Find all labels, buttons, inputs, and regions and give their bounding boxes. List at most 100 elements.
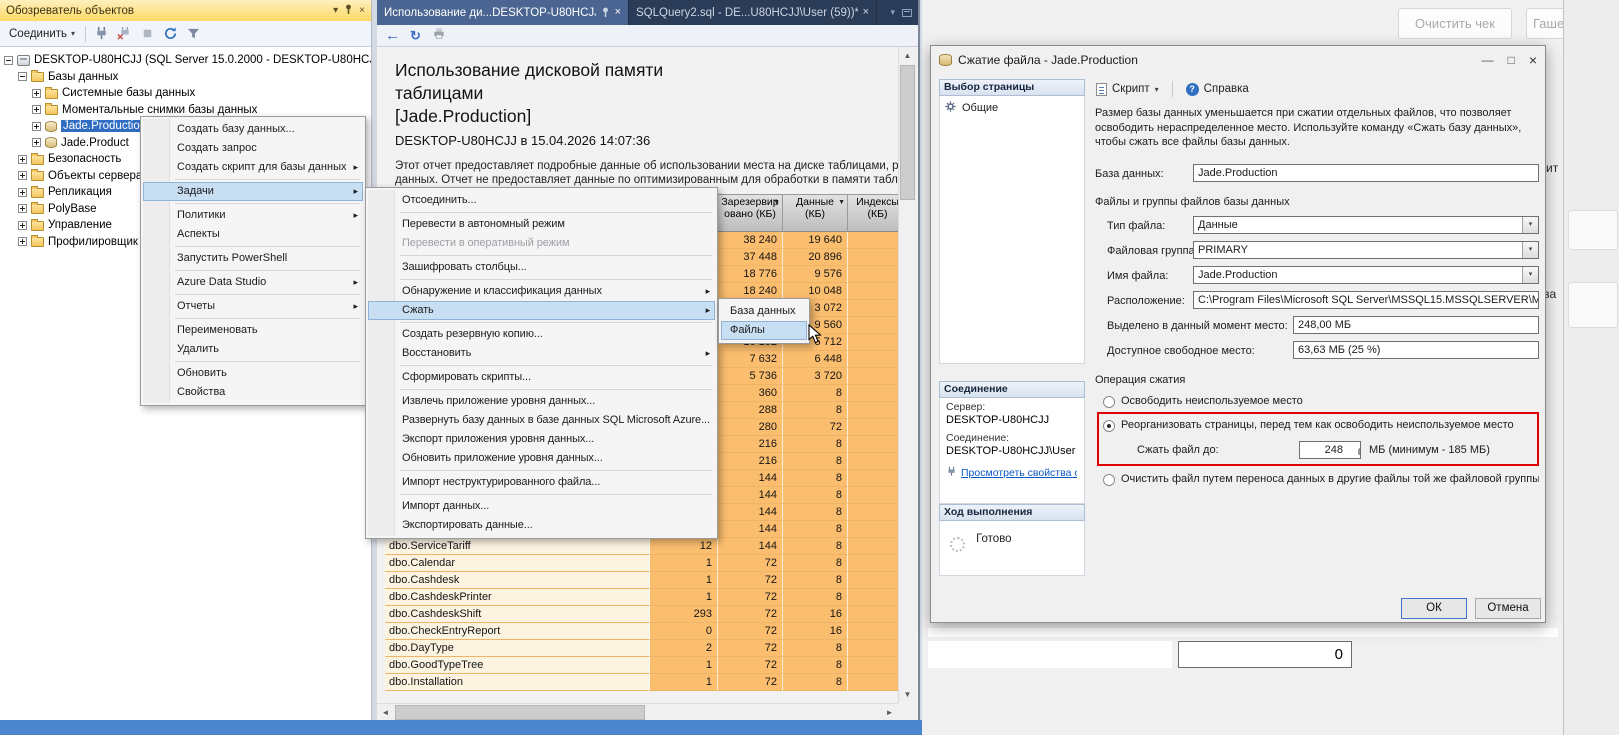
scrollbar-thumb[interactable] — [900, 65, 915, 200]
window-list-icon[interactable] — [902, 9, 912, 17]
column-header-indexes[interactable]: Индексы (КБ) — [848, 194, 898, 232]
expander-icon[interactable] — [18, 221, 27, 230]
window-position-icon[interactable]: ▾ — [333, 6, 338, 16]
expander-icon[interactable] — [32, 122, 41, 131]
menu-item[interactable]: Удалить — [143, 340, 363, 359]
menu-item[interactable]: Задачи▸ — [143, 182, 363, 201]
menu-item[interactable]: Обновить приложение уровня данных... — [368, 449, 715, 468]
menu-item[interactable]: Сформировать скрипты... — [368, 368, 715, 387]
connect-plug-icon[interactable] — [92, 24, 111, 43]
menu-item[interactable]: Azure Data Studio▸ — [143, 273, 363, 292]
script-button[interactable]: Скрипт ▾ — [1091, 81, 1164, 98]
menu-item[interactable]: Обновить — [143, 364, 363, 383]
file-name-select[interactable]: Jade.Production▾ — [1193, 266, 1539, 284]
expander-icon[interactable] — [18, 155, 27, 164]
dialog-titlebar[interactable]: Сжатие файла - Jade.Production — □ × — [931, 46, 1545, 74]
menu-item[interactable]: Перевести в автономный режим — [368, 215, 715, 234]
filter-icon[interactable] — [184, 24, 203, 43]
radio-reorganize-pages[interactable] — [1103, 420, 1115, 432]
scroll-down-icon[interactable]: ▼ — [899, 686, 916, 703]
tab-disk-usage-report[interactable]: Использование ди...DESKTOP-U80HCJJ × — [377, 0, 629, 25]
menu-item[interactable]: Переименовать — [143, 321, 363, 340]
spin-down-icon[interactable] — [1359, 448, 1360, 455]
menu-item[interactable]: Отчеты▸ — [143, 297, 363, 316]
column-header-data[interactable]: Данные (КБ)▼ — [783, 194, 848, 232]
expander-icon[interactable] — [18, 188, 27, 197]
table-row[interactable]: dbo.GoodTypeTree1728 — [385, 657, 898, 674]
radio-release-unused-label[interactable]: Освободить неиспользуемое место — [1121, 395, 1303, 407]
chevron-down-icon[interactable]: ▾ — [1522, 217, 1538, 233]
amount-input[interactable]: 0 — [1178, 641, 1352, 668]
menu-item[interactable]: Обнаружение и классификация данных▸ — [368, 282, 715, 301]
menu-item[interactable]: База данных — [721, 302, 807, 321]
menu-item[interactable]: Запустить PowerShell — [143, 249, 363, 268]
minimize-icon[interactable]: — — [1482, 54, 1494, 66]
shrink-to-spinner[interactable]: 248 — [1299, 441, 1361, 459]
menu-item[interactable]: Файлы — [721, 321, 807, 340]
menu-item[interactable]: Экспорт приложения уровня данных... — [368, 430, 715, 449]
menu-item[interactable]: Импорт неструктурированного файла... — [368, 473, 715, 492]
menu-item[interactable]: Развернуть базу данных в базе данных SQL… — [368, 411, 715, 430]
print-icon[interactable] — [431, 26, 447, 46]
table-row[interactable]: dbo.CheckEntryReport07216 — [385, 623, 898, 640]
menu-item[interactable]: Создать базу данных... — [143, 120, 363, 139]
clipped-button[interactable] — [1568, 282, 1618, 328]
table-row[interactable]: dbo.CashdeskPrinter1728 — [385, 589, 898, 606]
tab-sqlquery[interactable]: SQLQuery2.sql - DE...U80HCJJ\User (59))*… — [629, 0, 877, 25]
clipped-button[interactable]: Гаше — [1526, 8, 1563, 39]
menu-item[interactable]: Сжать▸ — [368, 301, 715, 320]
table-row[interactable]: dbo.DayType2728 — [385, 640, 898, 657]
page-item-general[interactable]: Общие — [940, 96, 1084, 120]
back-icon[interactable]: ← — [385, 28, 400, 43]
menu-item[interactable]: Отсоединить... — [368, 191, 715, 210]
horizontal-scrollbar[interactable]: ◄ ► — [377, 703, 898, 720]
scroll-up-icon[interactable]: ▲ — [899, 47, 916, 64]
menu-item[interactable]: Создать запрос — [143, 139, 363, 158]
tree-item[interactable]: DESKTOP-U80HCJJ (SQL Server 15.0.2000 - … — [0, 52, 371, 69]
ok-button[interactable]: ОК — [1401, 598, 1467, 619]
connect-dropdown[interactable]: Соединить ▾ — [5, 26, 79, 42]
expander-icon[interactable] — [32, 138, 41, 147]
menu-item[interactable]: Создать резервную копию... — [368, 325, 715, 344]
close-icon[interactable]: × — [615, 7, 621, 18]
menu-item[interactable]: Зашифровать столбцы... — [368, 258, 715, 277]
table-row[interactable]: dbo.Installation1728 — [385, 674, 898, 691]
refresh-icon[interactable]: ↻ — [410, 29, 421, 42]
table-row[interactable]: dbo.Cashdesk1728 — [385, 572, 898, 589]
column-header-reserved[interactable]: Зарезервировано (КБ)▼ — [718, 194, 783, 232]
close-icon[interactable]: × — [1529, 54, 1537, 66]
view-connection-properties-link[interactable]: Просмотреть свойства соединения — [961, 467, 1077, 479]
menu-item[interactable]: Перевести в оперативный режим — [368, 234, 715, 253]
menu-item[interactable]: Экспортировать данные... — [368, 516, 715, 535]
disconnect-icon[interactable] — [115, 24, 134, 43]
filegroup-select[interactable]: PRIMARY▾ — [1193, 241, 1539, 259]
table-row[interactable]: dbo.CashdeskShift2937216 — [385, 606, 898, 623]
auto-hide-pin-icon[interactable] — [344, 4, 353, 18]
file-type-select[interactable]: Данные▾ — [1193, 216, 1539, 234]
table-row[interactable]: dbo.ServiceTariff121448 — [385, 538, 898, 555]
scrollbar-thumb[interactable] — [395, 705, 645, 720]
table-row[interactable]: dbo.Calendar1728 — [385, 555, 898, 572]
menu-item[interactable]: Создать скрипт для базы данных▸ — [143, 158, 363, 177]
object-explorer-titlebar[interactable]: Обозреватель объектов ▾ × — [0, 0, 371, 21]
vertical-scrollbar[interactable]: ▲ ▼ — [898, 47, 915, 703]
scroll-left-icon[interactable]: ◄ — [377, 704, 394, 721]
clear-check-button[interactable]: Очистить чек — [1398, 8, 1512, 39]
close-icon[interactable]: × — [359, 6, 365, 16]
refresh-icon[interactable] — [161, 24, 180, 43]
cancel-button[interactable]: Отмена — [1475, 598, 1541, 619]
tab-list-chevron-icon[interactable]: ▾ — [890, 7, 895, 18]
radio-release-unused[interactable] — [1103, 396, 1115, 408]
scroll-right-icon[interactable]: ► — [881, 704, 898, 721]
expander-icon[interactable] — [18, 72, 27, 81]
expander-icon[interactable] — [32, 105, 41, 114]
radio-reorganize-pages-label[interactable]: Реорганизовать страницы, перед тем как о… — [1121, 419, 1514, 431]
menu-item[interactable]: Восстановить▸ — [368, 344, 715, 363]
help-button[interactable]: ? Справка — [1181, 81, 1254, 98]
maximize-icon[interactable]: □ — [1508, 54, 1515, 66]
tree-item[interactable]: Базы данных — [0, 69, 371, 86]
stop-icon[interactable] — [138, 24, 157, 43]
expander-icon[interactable] — [4, 56, 13, 65]
chevron-down-icon[interactable]: ▾ — [1522, 267, 1538, 283]
menu-item[interactable]: Импорт данных... — [368, 497, 715, 516]
